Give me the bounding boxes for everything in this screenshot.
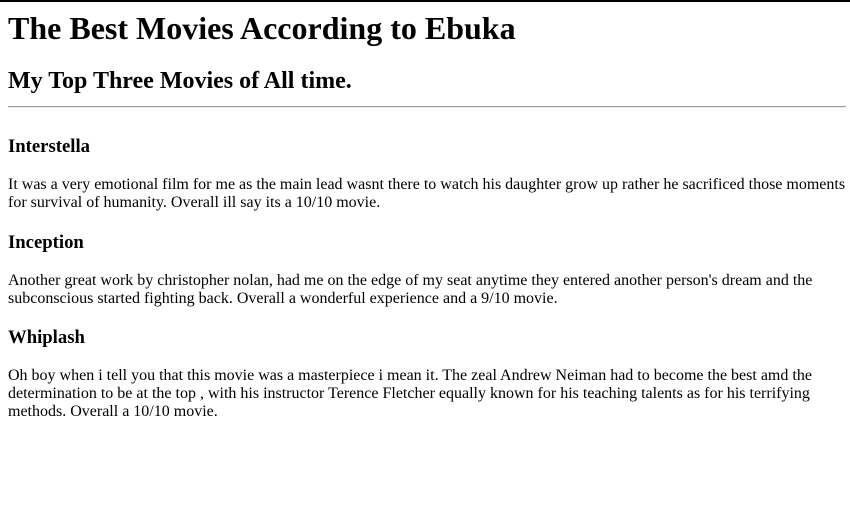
movie-title: Inception bbox=[8, 232, 84, 253]
movie-title: Interstella bbox=[8, 136, 90, 157]
movie-item-inception: Inception Another great work by christop… bbox=[8, 232, 846, 308]
movie-item-whiplash: Whiplash Oh boy when i tell you that thi… bbox=[8, 327, 846, 421]
page-title: The Best Movies According to Ebuka bbox=[8, 10, 516, 46]
movie-review: Another great work by christopher nolan,… bbox=[8, 272, 813, 307]
movie-title: Whiplash bbox=[8, 327, 85, 348]
movie-review: Oh boy when i tell you that this movie w… bbox=[8, 367, 812, 420]
section-divider bbox=[8, 106, 846, 108]
movie-item-interstella: Interstella It was a very emotional film… bbox=[8, 136, 846, 212]
window-top-border bbox=[0, 0, 850, 2]
page-subtitle: My Top Three Movies of All time. bbox=[8, 68, 352, 94]
movie-review: It was a very emotional film for me as t… bbox=[8, 176, 846, 211]
